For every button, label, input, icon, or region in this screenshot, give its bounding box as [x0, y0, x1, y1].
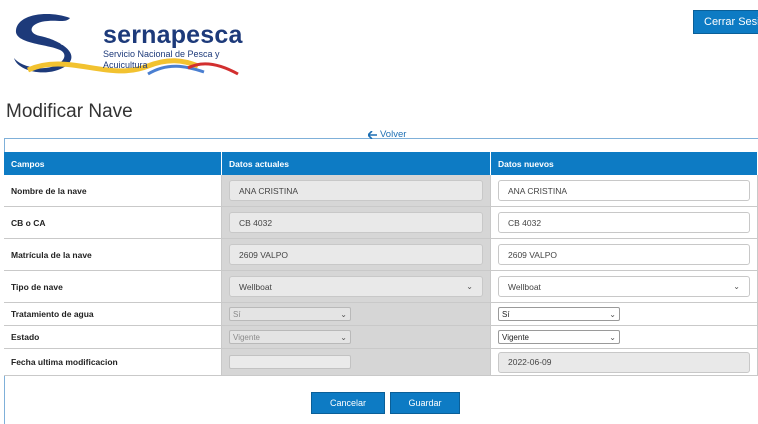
current-water-treatment-value: Sí	[233, 309, 241, 319]
field-label: Fecha ultima modificacion	[4, 348, 222, 376]
page-title: Modificar Nave	[6, 101, 133, 122]
new-cb-ca-input[interactable]: CB 4032	[498, 212, 750, 233]
current-vessel-name: ANA CRISTINA	[229, 180, 483, 201]
current-vessel-type-select: Wellboat ⌄	[229, 276, 483, 297]
field-label: Tratamiento de agua	[4, 302, 222, 326]
back-link-label: Volver	[380, 129, 407, 140]
chevron-down-icon: ⌄	[340, 309, 347, 319]
arrow-left-icon	[368, 130, 377, 139]
header-campos: Campos	[4, 152, 222, 175]
vessel-form-table: Campos Datos actuales Datos nuevos Nombr…	[4, 152, 758, 376]
table-row: Tipo de nave Wellboat ⌄ Wellboat ⌄	[4, 270, 758, 303]
current-status-value: Vigente	[233, 332, 260, 342]
table-header-row: Campos Datos actuales Datos nuevos	[4, 152, 758, 175]
new-status-select[interactable]: Vigente ⌄	[498, 330, 620, 344]
chevron-down-icon: ⌄	[340, 332, 347, 342]
cancel-button[interactable]: Cancelar	[311, 392, 385, 414]
table-row: Estado Vigente ⌄ Vigente ⌄	[4, 325, 758, 349]
current-last-modified-date	[229, 355, 351, 369]
table-row: Tratamiento de agua Sí ⌄ Sí ⌄	[4, 302, 758, 326]
back-link[interactable]: Volver	[368, 129, 406, 140]
new-last-modified-date: 2022-06-09	[498, 351, 750, 373]
current-registration: 2609 VALPO	[229, 244, 483, 265]
new-vessel-name-input[interactable]: ANA CRISTINA	[498, 180, 750, 201]
chevron-down-icon: ⌄	[609, 309, 616, 319]
current-vessel-type-value: Wellboat	[239, 281, 272, 292]
current-status-select: Vigente ⌄	[229, 330, 351, 344]
field-label: CB o CA	[4, 206, 222, 239]
new-registration-input[interactable]: 2609 VALPO	[498, 244, 750, 265]
current-cb-ca: CB 4032	[229, 212, 483, 233]
header-datos-actuales: Datos actuales	[221, 152, 491, 175]
logo-wordmark: sernapesca Servicio Nacional de Pesca y …	[103, 22, 248, 71]
save-button[interactable]: Guardar	[390, 392, 460, 414]
new-vessel-type-select[interactable]: Wellboat ⌄	[498, 276, 750, 297]
new-vessel-type-value: Wellboat	[508, 281, 541, 292]
chevron-down-icon: ⌄	[609, 332, 616, 342]
new-water-treatment-select[interactable]: Sí ⌄	[498, 307, 620, 321]
sernapesca-logo: sernapesca Servicio Nacional de Pesca y …	[8, 8, 248, 86]
field-label: Matrícula de la nave	[4, 238, 222, 271]
current-water-treatment-select: Sí ⌄	[229, 307, 351, 321]
chevron-down-icon: ⌄	[466, 282, 473, 291]
new-status-value: Vigente	[502, 332, 529, 342]
brand-subtitle: Servicio Nacional de Pesca y Acuicultura	[103, 49, 220, 70]
logout-button[interactable]: Cerrar Sesión	[693, 10, 758, 34]
new-water-treatment-value: Sí	[502, 309, 510, 319]
field-label: Estado	[4, 325, 222, 349]
header-datos-nuevos: Datos nuevos	[490, 152, 758, 175]
table-row: Nombre de la nave ANA CRISTINA ANA CRIST…	[4, 175, 758, 207]
table-row: Fecha ultima modificacion 2022-06-09	[4, 348, 758, 376]
chevron-down-icon: ⌄	[733, 282, 740, 291]
field-label: Tipo de nave	[4, 270, 222, 303]
table-row: CB o CA CB 4032 CB 4032	[4, 206, 758, 239]
table-row: Matrícula de la nave 2609 VALPO 2609 VAL…	[4, 238, 758, 271]
brand-name: sernapesca	[103, 21, 243, 49]
field-label: Nombre de la nave	[4, 175, 222, 207]
